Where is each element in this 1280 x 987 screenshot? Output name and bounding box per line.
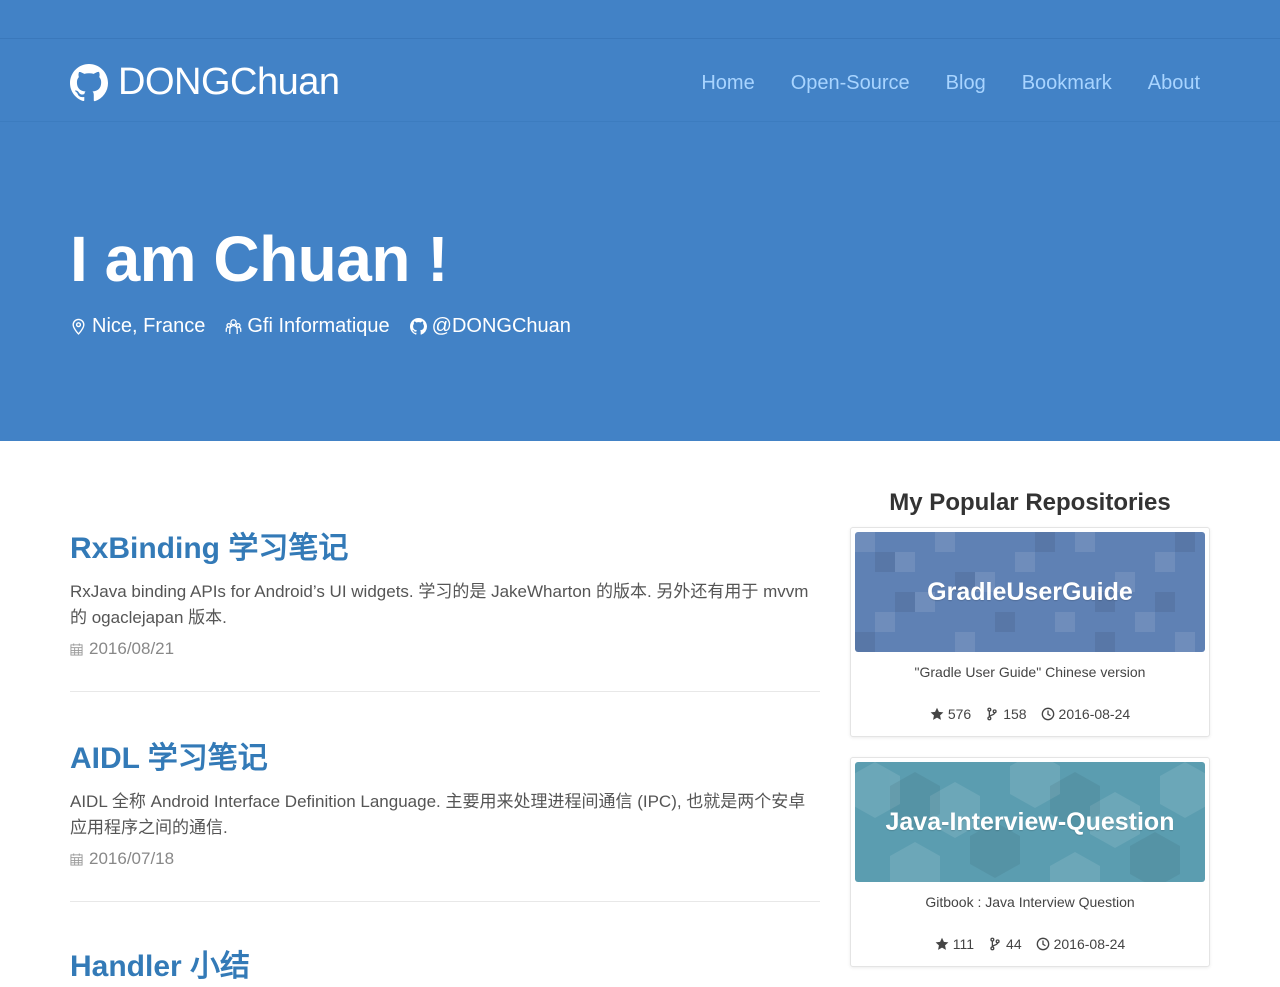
nav-about[interactable]: About [1148,72,1200,95]
repo-card[interactable]: GradleUserGuide "Gradle User Guide" Chin… [850,527,1210,737]
calendar-icon [70,642,83,656]
repo-forks: 44 [988,936,1022,952]
post-item: Handler 小结 [70,941,820,985]
post-date: 2016/07/18 [70,849,820,869]
repo-forks-count: 158 [1003,706,1027,722]
post-date-text: 2016/07/18 [89,849,175,868]
repo-stats: 111 44 2016-08-24 [855,936,1205,952]
calendar-icon [70,852,83,866]
brand-name: DONGChuan [118,61,340,103]
navbar: DONGChuan Home Open-Source Blog Bookmark… [0,39,1280,122]
top-strip [0,0,1280,39]
github-handle[interactable]: @DONGChuan [409,315,571,338]
repo-name: Java-Interview-Question [885,807,1175,836]
company-text: Gfi Informatique [247,315,390,337]
map-pin-icon [72,318,85,335]
repo-forks-count: 44 [1006,936,1022,952]
post-title[interactable]: Handler 小结 [70,941,820,985]
nav-open-source[interactable]: Open-Source [791,72,910,95]
repo-description: Gitbook : Java Interview Question [925,894,1135,910]
hero-title: I am Chuan ! [70,223,449,295]
repo-name: GradleUserGuide [927,577,1133,606]
fork-icon [990,937,1000,951]
post-date-text: 2016/08/21 [89,639,175,658]
post-title[interactable]: RxBinding 学习笔记 [70,523,820,567]
repo-forks: 158 [985,706,1027,722]
post-date: 2016/08/21 [70,639,820,659]
nav-blog[interactable]: Blog [946,72,986,95]
repo-stars: 576 [930,706,971,722]
repo-stars: 111 [935,936,974,952]
post-excerpt: AIDL 全称 Android Interface Definition Lan… [70,792,806,837]
repo-updated-date: 2016-08-24 [1058,706,1131,722]
nav-bookmark[interactable]: Bookmark [1022,72,1112,95]
sidebar: My Popular Repositories GradleUserGuide … [850,489,1210,987]
repo-description: "Gradle User Guide" Chinese version [914,664,1146,680]
hero: I am Chuan ! Nice, France Gfi Informatiq… [0,122,1280,441]
clock-icon [1036,937,1049,951]
repo-stars-count: 576 [947,706,972,722]
repo-stars-count: 111 [952,936,975,952]
post-item: RxBinding 学习笔记 RxJava binding APIs for A… [70,523,820,692]
repo-banner[interactable]: GradleUserGuide [855,532,1205,652]
repo-updated-date: 2016-08-24 [1053,936,1126,952]
sidebar-title: My Popular Repositories [889,489,1171,516]
post-excerpt: RxJava binding APIs for Android’s UI wid… [70,582,809,627]
github-icon [70,63,108,101]
repo-updated: 2016-08-24 [1036,936,1126,952]
nav-home[interactable]: Home [701,72,754,95]
clock-icon [1041,707,1054,721]
star-icon [935,937,949,950]
github-icon [409,318,427,335]
repo-stats: 576 158 2016-08-24 [855,706,1205,722]
repo-card[interactable]: Java-Interview-Question Gitbook : Java I… [850,757,1210,967]
post-title[interactable]: AIDL 学习笔记 [70,733,820,777]
brand-link[interactable]: DONGChuan [70,61,340,104]
company: Gfi Informatique [225,315,390,338]
repo-banner[interactable]: Java-Interview-Question [855,762,1205,882]
location-text: Nice, France [92,315,206,337]
post-item: AIDL 学习笔记 AIDL 全称 Android Interface Defi… [70,733,820,902]
main-content: RxBinding 学习笔记 RxJava binding APIs for A… [0,441,1280,983]
repo-updated: 2016-08-24 [1041,706,1131,722]
main-nav: Home Open-Source Blog Bookmark About [701,72,1200,95]
organization-icon [226,319,242,334]
hero-meta: Nice, France Gfi Informatique @DONGChuan [70,315,571,338]
location: Nice, France [70,315,205,338]
github-handle-text: @DONGChuan [431,315,571,337]
star-icon [930,707,944,720]
post-divider [70,901,820,902]
fork-icon [987,707,997,721]
post-divider [70,691,820,692]
